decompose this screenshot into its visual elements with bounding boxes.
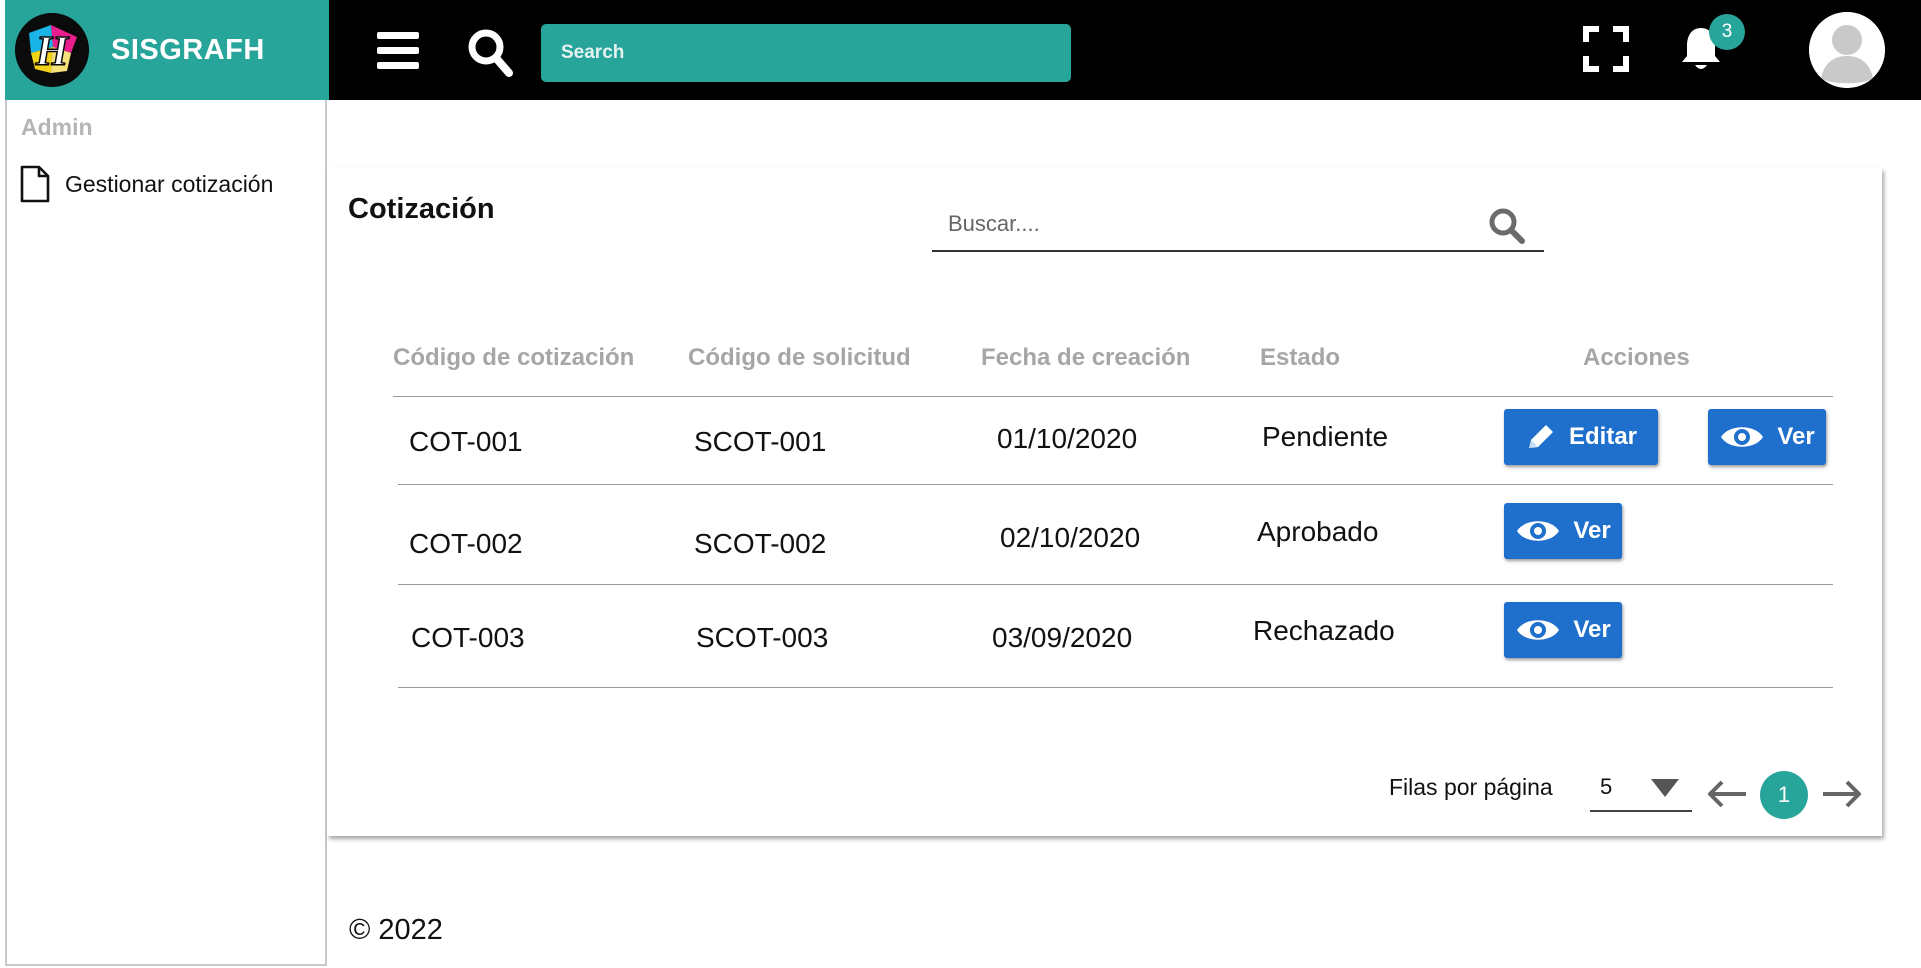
eye-icon [1517, 521, 1560, 541]
top-navbar: Search 3 [329, 0, 1921, 100]
view-button[interactable]: Ver [1708, 409, 1826, 465]
fullscreen-icon[interactable] [1583, 26, 1629, 72]
cell-codigo-cotizacion: COT-001 [409, 426, 523, 457]
search-input[interactable] [946, 206, 1450, 242]
top-search-input[interactable]: Search [541, 24, 1071, 82]
view-button[interactable]: Ver [1504, 503, 1622, 559]
quotation-card: Cotización Código de cotización Código d… [327, 168, 1882, 836]
logo-letter: H [35, 29, 70, 75]
cell-codigo-solicitud: SCOT-003 [696, 622, 829, 653]
arrow-left-icon[interactable] [1706, 779, 1748, 809]
cell-fecha-creacion: 01/10/2020 [997, 423, 1138, 454]
rows-per-page-select[interactable]: 5 [1590, 768, 1692, 812]
status-badge: Pendiente [1262, 421, 1389, 452]
page-title: Cotización [348, 193, 495, 225]
edit-button[interactable]: Editar [1504, 409, 1658, 465]
cell-codigo-cotizacion: COT-003 [411, 622, 525, 653]
menu-icon[interactable] [377, 32, 419, 70]
document-icon [20, 165, 50, 203]
page-number-current[interactable]: 1 [1760, 771, 1808, 819]
app-name: SISGRAFH [111, 33, 265, 66]
sidebar-item-gestionar-cotizacion[interactable]: Gestionar cotización [19, 164, 273, 204]
footer-copyright: © 2022 [349, 914, 443, 946]
arrow-right-icon[interactable] [1821, 779, 1863, 809]
view-button[interactable]: Ver [1504, 602, 1622, 658]
view-button-label: Ver [1573, 616, 1611, 643]
cell-codigo-cotizacion: COT-002 [409, 528, 523, 559]
quotation-search [932, 196, 1544, 252]
sidebar-item-label: Gestionar cotización [65, 170, 274, 197]
cell-fecha-creacion: 02/10/2020 [1000, 522, 1141, 553]
sidebar-heading: Admin [21, 114, 93, 140]
edit-button-label: Editar [1568, 423, 1637, 450]
column-header-estado: Estado [1260, 344, 1341, 371]
status-badge: Rechazado [1253, 615, 1395, 646]
sidebar: Admin Gestionar cotización [5, 100, 327, 966]
column-header-fecha-creacion: Fecha de creación [981, 344, 1191, 371]
cell-fecha-creacion: 03/09/2020 [992, 622, 1133, 653]
eye-icon [1517, 620, 1560, 640]
brand-header: H SISGRAFH [5, 0, 329, 100]
search-icon[interactable] [1486, 206, 1530, 246]
row-divider [393, 396, 1833, 397]
status-badge: Aprobado [1257, 516, 1379, 547]
column-header-codigo-cotizacion: Código de cotización [393, 344, 635, 371]
pencil-icon [1528, 425, 1553, 448]
row-divider [398, 584, 1833, 585]
rows-per-page-label: Filas por página [1389, 774, 1553, 800]
row-divider [398, 484, 1833, 485]
user-avatar-icon[interactable] [1809, 12, 1885, 88]
column-header-acciones: Acciones [1583, 344, 1690, 371]
cell-codigo-solicitud: SCOT-001 [694, 426, 827, 457]
view-button-label: Ver [1777, 423, 1815, 450]
rows-per-page-value: 5 [1600, 774, 1613, 799]
eye-icon [1721, 427, 1764, 447]
logo-mark: H [15, 13, 89, 87]
row-divider [398, 687, 1833, 688]
logo: H [15, 13, 89, 87]
view-button-label: Ver [1573, 517, 1611, 544]
column-header-codigo-solicitud: Código de solicitud [688, 344, 911, 371]
notification-badge: 3 [1709, 14, 1745, 50]
search-icon[interactable] [467, 28, 515, 80]
cell-codigo-solicitud: SCOT-002 [694, 528, 827, 559]
caret-down-icon [1651, 779, 1679, 797]
top-search-placeholder: Search [561, 42, 625, 63]
